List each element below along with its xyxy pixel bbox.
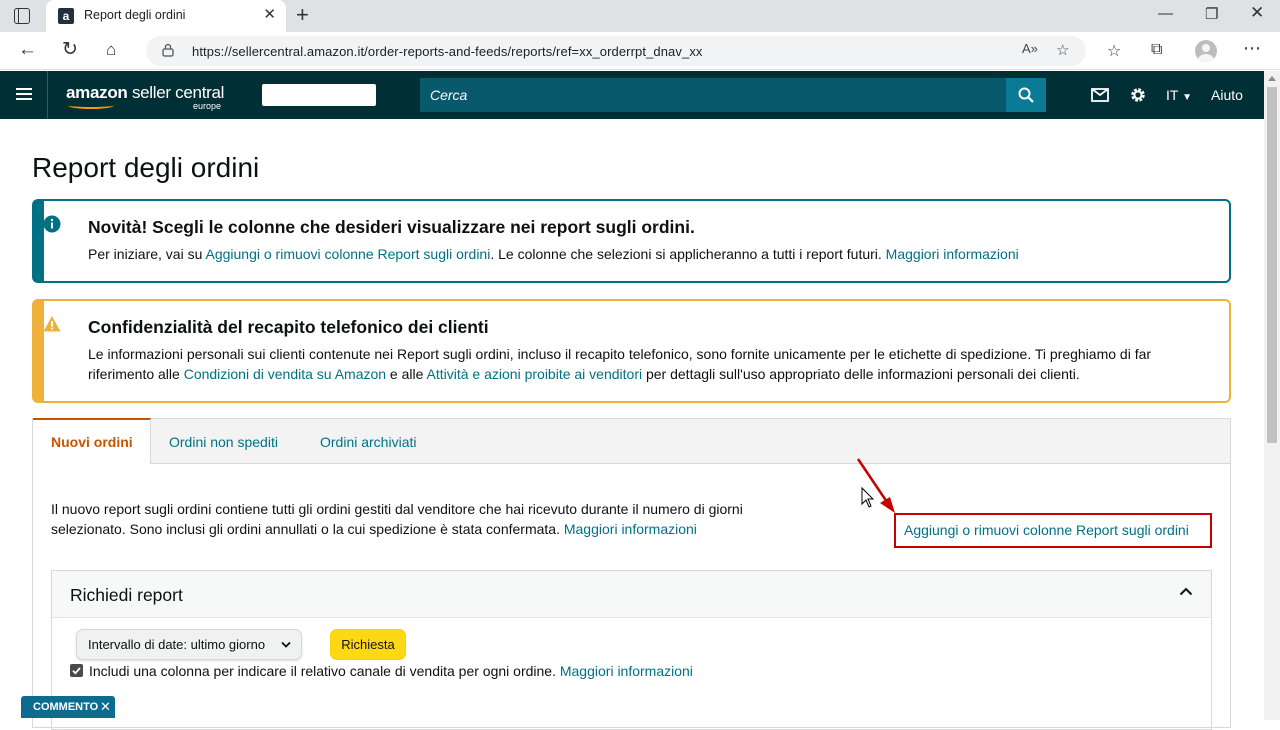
tab-unshipped-orders[interactable]: Ordini non spediti (169, 434, 278, 450)
comment-badge[interactable]: COMMENTO ✕ (21, 696, 115, 718)
warning-alert-body: Le informazioni personali sui clienti co… (88, 344, 1218, 384)
warning-icon (43, 316, 61, 332)
add-columns-link-highlight: Aggiungi o rimuovi colonne Report sugli … (894, 513, 1212, 548)
account-switcher[interactable] (262, 84, 376, 106)
more-icon[interactable]: ⋯ (1243, 38, 1261, 59)
request-report-section: Richiedi report Intervallo di date: ulti… (51, 570, 1212, 730)
logo-product: seller central (131, 83, 225, 102)
date-range-select[interactable]: Intervallo di date: ultimo giorno (76, 629, 302, 660)
sales-channel-checkbox[interactable] (70, 664, 83, 677)
profile-avatar[interactable] (1195, 40, 1217, 62)
tab-description: Il nuovo report sugli ordini contiene tu… (51, 499, 811, 539)
scroll-thumb[interactable] (1267, 87, 1277, 443)
date-range-value: Intervallo di date: ultimo giorno (88, 637, 266, 652)
checkmark-icon (72, 667, 81, 675)
gear-icon[interactable] (1129, 86, 1147, 104)
help-link[interactable]: Aiuto (1211, 87, 1243, 103)
prohibited-activities-link[interactable]: Attività e azioni proibite ai venditori (427, 366, 643, 382)
tab-actions-icon[interactable] (14, 8, 30, 24)
warning-body-3: per dettagli sull'uso appropriato delle … (642, 366, 1080, 382)
home-icon[interactable]: ⌂ (106, 40, 116, 60)
browser-tab[interactable]: a Report degli ordini ✕ (46, 0, 286, 32)
sales-channel-text: Includi una colonna per indicare il rela… (89, 663, 560, 679)
header-divider (47, 71, 48, 119)
language-label: IT (1166, 87, 1179, 103)
search-button[interactable] (1006, 78, 1046, 112)
tab-archived-orders[interactable]: Ordini archiviati (320, 434, 416, 450)
lock-icon (162, 43, 174, 57)
browser-toolbar: ← ↻ ⌂ https://sellercentral.amazon.it/or… (0, 32, 1280, 70)
page-scrollbar[interactable] (1264, 71, 1280, 720)
seller-central-header: amazon seller central europe Cerca IT ▼ … (0, 71, 1264, 119)
comment-badge-label: COMMENTO (33, 701, 99, 713)
address-bar[interactable]: https://sellercentral.amazon.it/order-re… (146, 36, 1086, 66)
info-body-prefix: Per iniziare, vai su (88, 246, 206, 262)
chevron-down-icon (281, 641, 291, 648)
info-alert-title: Novità! Scegli le colonne che desideri v… (88, 217, 695, 237)
warning-body-2: e alle (386, 366, 427, 382)
amazon-favicon-icon: a (58, 8, 74, 24)
tab-close-icon[interactable]: ✕ (263, 7, 276, 23)
add-favorite-icon[interactable]: ☆ (1056, 41, 1069, 59)
refresh-icon[interactable]: ↻ (62, 40, 78, 60)
amazon-smile-icon (68, 102, 114, 109)
info-alert-body: Per iniziare, vai su Aggiungi o rimuovi … (88, 244, 1218, 264)
comment-close-icon[interactable]: ✕ (100, 699, 111, 715)
request-report-header[interactable]: Richiedi report (52, 571, 1211, 618)
tab-new-orders[interactable]: Nuovi ordini (51, 434, 133, 450)
search-icon (1018, 87, 1034, 103)
sales-channel-more-link[interactable]: Maggiori informazioni (560, 663, 693, 679)
add-columns-inline-link[interactable]: Aggiungi o rimuovi colonne Report sugli … (206, 246, 491, 262)
sales-channel-label: Includi una colonna per indicare il rela… (89, 663, 693, 679)
url-text: https://sellercentral.amazon.it/order-re… (192, 44, 703, 59)
request-button[interactable]: Richiesta (330, 629, 406, 660)
mail-icon[interactable] (1091, 88, 1109, 102)
warning-alert: Confidenzialità del recapito telefonico … (32, 299, 1231, 403)
page-title: Report degli ordini (32, 152, 260, 183)
scroll-up-icon[interactable] (1268, 76, 1276, 81)
add-columns-link[interactable]: Aggiungi o rimuovi colonne Report sugli … (904, 522, 1189, 538)
browser-tab-strip: a Report degli ordini ✕ + — ❐ ✕ (0, 0, 1280, 32)
report-tabs-panel: Nuovi ordini Ordini non spediti Ordini a… (32, 418, 1231, 730)
restore-icon[interactable]: ❐ (1205, 5, 1218, 23)
back-icon[interactable]: ← (18, 40, 37, 60)
chevron-up-icon[interactable] (1179, 587, 1193, 596)
seller-central-logo[interactable]: amazon seller central europe (66, 83, 225, 111)
collections-icon[interactable]: ⧉ (1151, 41, 1162, 59)
conditions-link[interactable]: Condizioni di vendita su Amazon (184, 366, 386, 382)
request-button-label: Richiesta (341, 637, 395, 652)
window-close-icon[interactable]: ✕ (1250, 3, 1264, 23)
warning-alert-title: Confidenzialità del recapito telefonico … (88, 317, 489, 337)
search-placeholder: Cerca (430, 87, 468, 103)
minimize-icon[interactable]: — (1158, 5, 1173, 22)
request-report-title: Richiedi report (70, 585, 183, 605)
new-tab-icon[interactable]: + (296, 4, 309, 26)
info-alert: Novità! Scegli le colonne che desideri v… (32, 199, 1231, 283)
hamburger-menu-icon[interactable] (16, 88, 32, 100)
logo-region: europe (193, 101, 222, 111)
chevron-down-icon: ▼ (1182, 92, 1192, 103)
read-aloud-icon[interactable]: A» (1022, 41, 1038, 56)
language-select[interactable]: IT ▼ (1166, 87, 1192, 103)
tabs-strip: Nuovi ordini Ordini non spediti Ordini a… (33, 418, 1230, 464)
browser-tab-title: Report degli ordini (84, 8, 186, 22)
favorites-icon[interactable]: ☆ (1107, 41, 1121, 61)
search-input[interactable]: Cerca (420, 78, 1006, 112)
info-body-middle: . Le colonne che selezioni si applichera… (490, 246, 886, 262)
info-more-link[interactable]: Maggiori informazioni (886, 246, 1019, 262)
tab-more-link[interactable]: Maggiori informazioni (564, 521, 697, 537)
info-icon (43, 215, 61, 233)
logo-brand: amazon (66, 83, 128, 102)
